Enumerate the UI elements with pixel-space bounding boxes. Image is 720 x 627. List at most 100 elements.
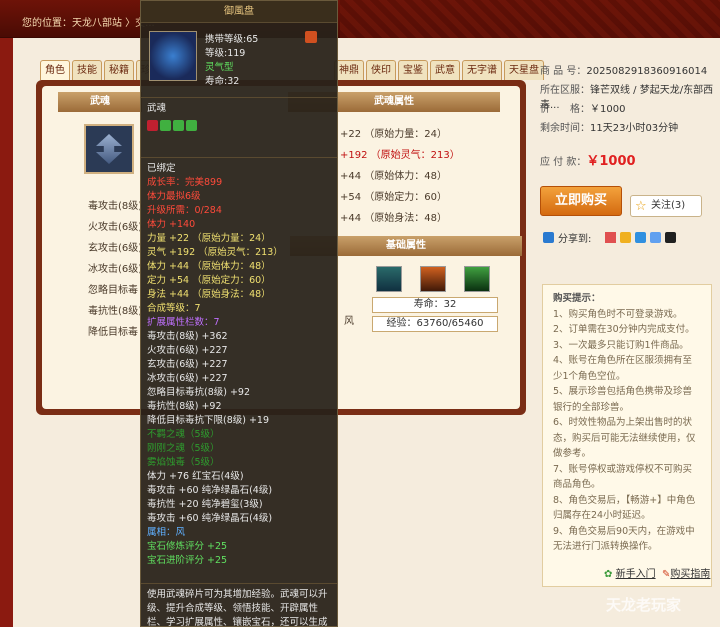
pet-icon[interactable] [464, 266, 490, 292]
breadcrumb[interactable]: 您的位置：天龙八部站 〉交... [22, 14, 155, 29]
skill-icon [147, 120, 158, 131]
guide-link[interactable]: ✎购买指南 [662, 565, 710, 580]
tab-bar-right: 神鼎 侠印 宝鉴 武意 无字谱 天星盘 [334, 60, 544, 80]
share-icon[interactable] [665, 232, 677, 243]
tips-title: 购买提示： [553, 293, 601, 304]
tip-item: 9、角色交易后90天内，在游戏中无法进行门派转换操作。 [553, 525, 695, 553]
tip-item: 4、账号在角色所在区服须拥有至少1个角色空位。 [553, 355, 693, 382]
tooltip-line: 宝石进阶评分 +25 [147, 555, 228, 566]
tooltip-line: 身法 +44 （原始身法：48） [147, 289, 271, 300]
tab-xiayin[interactable]: 侠印 [366, 60, 396, 80]
tab-secret[interactable]: 秘籍 [104, 60, 134, 80]
tab-baojian[interactable]: 宝鉴 [398, 60, 428, 80]
wuhun-type: 灵气型 [205, 62, 234, 73]
tooltip-line: 毒攻击 +60 纯净绿晶石(4级) [147, 513, 273, 524]
skill-list: 毒攻击(8级) 火攻击(6级) 玄攻击(6级) 冰攻击(6级) 忽略目标毒 毒抗… [88, 196, 142, 343]
tooltip-line: 灵气 +192 （原始灵气：213） [147, 247, 283, 258]
wuhun-label: 武魂 [147, 103, 167, 114]
banner-pattern [340, 0, 720, 38]
tooltip-line: 体力 +76 红宝石(4级) [147, 471, 244, 482]
level: 等级:119 [205, 48, 246, 59]
purchase-tips: 购买提示： 1、购买角色时不可登录游戏。 2、订单需在30分钟内完成支付。 3、… [542, 284, 712, 587]
tooltip-line: 不羁之魂（5级） [147, 429, 220, 440]
wuhun-big-icon [149, 31, 197, 81]
skill-icon [160, 120, 171, 131]
tooltip-lines: 已绑定成长率：完美899 体力最拟6级升级所需：0/284 体力 +140 力量 +2… [141, 157, 337, 572]
skill-icons [147, 120, 331, 134]
tab-shending[interactable]: 神鼎 [334, 60, 364, 80]
tooltip-line: 宝石修炼评分 +25 [147, 541, 228, 552]
attr-row: +22 （原始力量：24） [340, 129, 448, 140]
tab-skill[interactable]: 技能 [72, 60, 102, 80]
tab-wuyi[interactable]: 武意 [430, 60, 460, 80]
buy-now-button[interactable]: 立即购买 [540, 186, 622, 216]
list-item: 玄攻击(6级) [88, 243, 143, 254]
pet-icons [376, 266, 490, 292]
tab-wuzipu[interactable]: 无字谱 [462, 60, 502, 80]
tooltip-desc: 使用武魂碎片可为其增加经验。武魂可以升级、提升合成等级、领悟技能、开辟属性栏、学… [141, 583, 337, 627]
watermark: 天龙老玩家 [606, 596, 682, 614]
tooltip-line: 毒攻击(8级) +362 [147, 331, 228, 342]
tooltip-title: 御風盘 [141, 1, 337, 23]
tooltip-line: 雾焰蚀毒（5级） [147, 457, 220, 468]
attr-row: +192 （原始灵气：213） [340, 150, 460, 161]
tip-item: 6、时效性物品为上架出售时的状态，购买后可能无法继续使用，仅做参考。 [553, 417, 696, 459]
plus-icon [543, 232, 554, 243]
list-item: 忽略目标毒 [88, 285, 138, 296]
leaf-icon: ✿ [604, 569, 613, 580]
tooltip-line: 忽略目标毒抗(8级) +92 [147, 387, 251, 398]
tooltip-line: 力量 +22 （原始力量：24） [147, 233, 271, 244]
flame-icon [305, 31, 317, 43]
pay-row: 应 付 款：￥1000 [540, 154, 636, 169]
share-icon[interactable] [620, 232, 632, 243]
tooltip-line: 降低目标毒抗下限(8级) +19 [147, 415, 270, 426]
attr-row: +44 （原始身法：48） [340, 213, 448, 224]
life: 寿命:32 [205, 76, 240, 87]
exp-box: 经验：63760/65460 [372, 316, 498, 332]
tip-item: 7、账号停权或游戏停权不可购买商品角色。 [553, 463, 693, 491]
follow-button[interactable]: 关注(3) [630, 195, 702, 217]
tab-tianxingpan[interactable]: 天星盘 [504, 60, 544, 80]
tab-role[interactable]: 角色 [40, 60, 70, 80]
tooltip-line: 已绑定 [147, 163, 176, 174]
top-banner: 您的位置：天龙八部站 〉交... [0, 0, 720, 38]
tooltip-line: 刚刚之魂（5级） [147, 443, 220, 454]
pet-icon[interactable] [420, 266, 446, 292]
skill-icon [186, 120, 197, 131]
tooltip-line: 体力 +44 （原始体力：48） [147, 261, 271, 272]
carry-level: 携带等级:65 [205, 34, 259, 45]
attr-row: +54 （原始定力：60） [340, 192, 448, 203]
tooltip-line: 毒攻击 +60 纯净绿晶石(4级) [147, 485, 273, 496]
attr-row: +44 （原始体力：48） [340, 171, 448, 182]
tip-item: 1、购买角色时不可登录游戏。 [553, 308, 683, 320]
tip-item: 8、角色交易后，【畅游+】中角色归属存在24小时延迟。 [553, 494, 696, 522]
time-row: 剩余时间：11天23小时03分钟 [540, 123, 679, 134]
tooltip-line: 毒抗性 +20 纯净碧玺(3级) [147, 499, 263, 510]
tip-item: 2、订单需在30分钟内完成支付。 [553, 324, 695, 335]
tooltip-line: 属相：风 [147, 527, 186, 538]
tooltip-line: 成长率：完美899 [147, 177, 223, 188]
item-no-row: 商 品 号：2025082918360916014 [540, 66, 708, 77]
tooltip-line: 火攻击(6级) +227 [147, 345, 228, 356]
item-tooltip: 御風盘 携带等级:65 等级:119 灵气型 寿命:32 武魂 已绑定成长率：完… [140, 0, 338, 627]
tooltip-line: 体力 +140 [147, 219, 196, 230]
wuhun-icon[interactable] [84, 124, 134, 174]
share-icon[interactable] [635, 232, 647, 243]
newbie-link[interactable]: ✿ 新手入门 [604, 565, 656, 580]
list-item: 降低目标毒 [88, 327, 138, 338]
tooltip-line: 合成等级：7 [147, 303, 201, 314]
price-row: 价 格：￥1000 [540, 104, 626, 115]
tooltip-line: 升级所需：0/284 [147, 205, 222, 216]
tooltip-line: 冰攻击(6级) +227 [147, 373, 228, 384]
share-icon[interactable] [650, 232, 662, 243]
list-item: 火攻击(6级) [88, 222, 143, 233]
pet-icon[interactable] [376, 266, 402, 292]
tooltip-line: 定力 +54 （原始定力：60） [147, 275, 271, 286]
list-item: 毒攻击(8级) [88, 201, 143, 212]
share-icon[interactable] [605, 232, 617, 243]
tooltip-line: 体力最拟6级 [147, 191, 201, 202]
pet-element-label: 风 [344, 316, 354, 327]
wuhun-header: 武魂 [58, 92, 142, 112]
wuhun-attr-list: +22 （原始力量：24） +192 （原始灵气：213） +44 （原始体力：… [340, 124, 460, 229]
share-row: 分享到: [543, 230, 677, 245]
